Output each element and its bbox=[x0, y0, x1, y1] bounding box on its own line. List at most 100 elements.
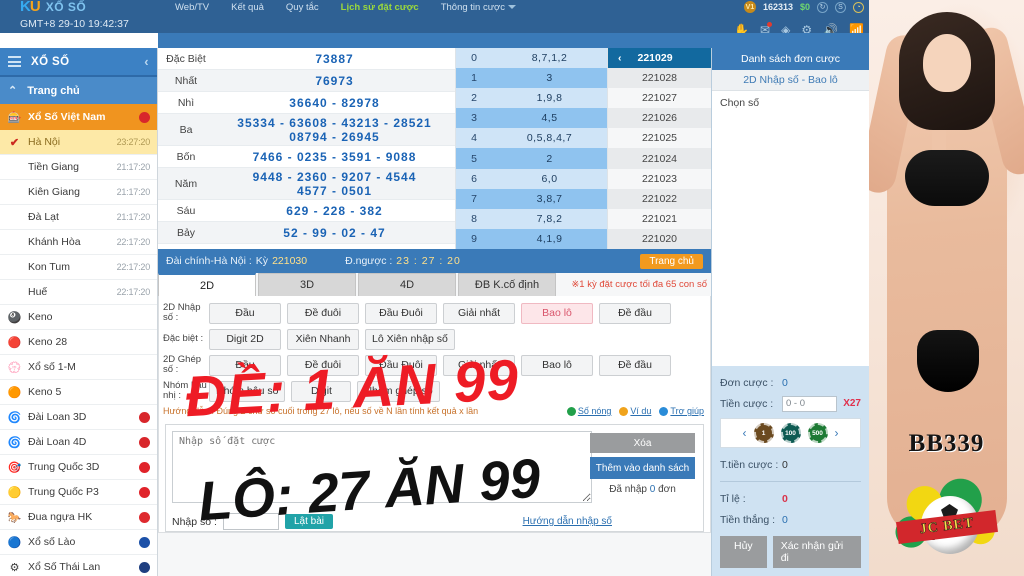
promo-brand-text: BB339 bbox=[908, 430, 985, 457]
nav-item-lichsu[interactable]: Lịch sử đặt cược bbox=[341, 2, 419, 13]
horse-racing-icon: 🐎 bbox=[7, 511, 22, 524]
sidebar-item-khanhhoa[interactable]: Khánh Hòa 22:17:20 bbox=[0, 230, 157, 255]
bet-btn-baolo-active[interactable]: Bao lô bbox=[521, 302, 593, 324]
bet-btn-loxiennhapso[interactable]: Lô Xiên nhập số bbox=[365, 328, 455, 350]
sidebar-item-keno5[interactable]: 🟠 Keno 5 bbox=[0, 380, 157, 405]
digit-number: 4 bbox=[471, 132, 477, 145]
refresh-icon[interactable]: ↻ bbox=[817, 1, 828, 13]
add-to-list-button[interactable]: Thêm vào danh sách bbox=[590, 457, 695, 479]
bet-btn-deduoi[interactable]: Đề đuôi bbox=[287, 302, 359, 324]
sidebar-item-kontum[interactable]: Kon Tum 22:17:20 bbox=[0, 255, 157, 280]
period-item[interactable]: 221027 bbox=[608, 88, 711, 109]
input-guide-link[interactable]: Hướng dẫn nhập số bbox=[523, 516, 612, 527]
bet-btn-ghep-deduoi[interactable]: Đề đuôi bbox=[287, 354, 359, 376]
nav-item-quytac[interactable]: Quy tắc bbox=[286, 2, 319, 13]
sidebar-region-time: 21:17:20 bbox=[116, 162, 151, 172]
bet-btn-nhomghepso[interactable]: Nhóm ghép số bbox=[357, 380, 440, 402]
chip-500[interactable]: 500 bbox=[807, 423, 828, 443]
chevron-left-icon[interactable]: ‹ bbox=[144, 54, 149, 69]
period-item[interactable]: 221026 bbox=[608, 108, 711, 129]
link-trogiup[interactable]: Trợ giúp bbox=[659, 406, 704, 416]
nav-item-thongtin[interactable]: Thông tin cược bbox=[441, 2, 517, 13]
bet-btn-ghep-dedau[interactable]: Đề đầu bbox=[599, 354, 671, 376]
link-vidu[interactable]: Ví dụ bbox=[619, 406, 651, 416]
brand-logo[interactable]: KU XỔ SỐ bbox=[0, 0, 175, 14]
hamburger-icon[interactable] bbox=[8, 56, 21, 67]
tab-db-kcodinh[interactable]: ĐB K.cố định bbox=[458, 273, 556, 296]
bet-btn-giainhat[interactable]: Giải nhất bbox=[443, 302, 515, 324]
quick-number-input[interactable] bbox=[222, 513, 279, 530]
chip-1[interactable]: 1 bbox=[753, 423, 774, 443]
bet-slip-empty-text: Chọn số bbox=[720, 97, 760, 109]
tab-4d[interactable]: 4D bbox=[358, 273, 456, 296]
table-row: Nhất 76973 bbox=[158, 70, 455, 92]
table-row: Đặc Biệt 73887 bbox=[158, 48, 455, 70]
bet-type-tabs: 2D 3D 4D ĐB K.cố định ※1 kỳ đặt cược tối… bbox=[158, 273, 711, 296]
sidebar-item-keno28[interactable]: 🔴 Keno 28 bbox=[0, 330, 157, 355]
sidebar-item-kiengiang[interactable]: Kiên Giang 21:17:20 bbox=[0, 180, 157, 205]
sidebar-item-xoso1m[interactable]: 💮 Xổ số 1-M bbox=[0, 355, 157, 380]
period-item[interactable]: 221021 bbox=[608, 208, 711, 229]
chevron-left-icon[interactable]: ‹ bbox=[743, 426, 747, 440]
settings-icon[interactable]: S bbox=[835, 1, 846, 13]
bet-btn-ghep-baolo[interactable]: Bao lô bbox=[521, 354, 593, 376]
chevron-right-icon[interactable]: › bbox=[835, 426, 839, 440]
bet-amount-input[interactable]: 0 - 0 bbox=[782, 395, 838, 412]
period-item[interactable]: 221028 bbox=[608, 68, 711, 89]
confirm-submit-button[interactable]: Xác nhận gửi đi bbox=[772, 536, 861, 568]
cancel-button[interactable]: Hủy bbox=[720, 536, 767, 568]
bet-btn-digit[interactable]: Digit bbox=[291, 380, 352, 402]
sidebar-item-thailan[interactable]: ⚙ Xổ Số Thái Lan bbox=[0, 555, 157, 576]
clear-button[interactable]: Xóa bbox=[590, 433, 695, 453]
period-item[interactable]: 221022 bbox=[608, 188, 711, 209]
sidebar-item-tiengiang[interactable]: Tiền Giang 21:17:20 bbox=[0, 155, 157, 180]
tab-3d[interactable]: 3D bbox=[258, 273, 356, 296]
sidebar-item-hanoi[interactable]: ✔ Hà Nội 23:27:20 bbox=[0, 130, 157, 155]
sidebar-item-xosolao[interactable]: 🔵 Xổ số Lào bbox=[0, 530, 157, 555]
table-row: 3 4,5 bbox=[456, 108, 607, 129]
sidebar-category-vietnam[interactable]: 🎰 Xổ Số Việt Nam bbox=[0, 104, 157, 130]
bet-slip-header: Danh sách đơn cược bbox=[712, 48, 869, 70]
link-sonong[interactable]: Số nóng bbox=[566, 406, 611, 416]
chip-100[interactable]: 100 bbox=[780, 423, 801, 443]
sidebar-item-dailoan3d[interactable]: 🌀 Đài Loan 3D bbox=[0, 405, 157, 430]
sidebar-item-dalat[interactable]: Đà Lạt 21:17:20 bbox=[0, 205, 157, 230]
notify-icon[interactable]: ◔ bbox=[853, 1, 864, 13]
sidebar-item-duangua[interactable]: 🐎 Đua ngựa HK bbox=[0, 505, 157, 530]
china-flag-icon bbox=[139, 461, 150, 473]
sidebar-item-trungquocp3[interactable]: 🟡 Trung Quốc P3 bbox=[0, 480, 157, 505]
field-label: Tỉ lệ : bbox=[720, 492, 746, 505]
period-item[interactable]: 221020 bbox=[608, 228, 711, 249]
bet-btn-ghep-dauduoi[interactable]: Đầu Đuôi bbox=[365, 354, 437, 376]
nav-item-ketqua[interactable]: Kết quả bbox=[231, 2, 264, 13]
sidebar-item-dailoan4d[interactable]: 🌀 Đài Loan 4D bbox=[0, 430, 157, 455]
bet-number-textarea[interactable] bbox=[172, 431, 592, 503]
sidebar-game-label: Keno 28 bbox=[28, 336, 68, 348]
bet-btn-ghep-giainhat[interactable]: Giải nhất bbox=[443, 354, 515, 376]
sidebar-item-trungquoc3d[interactable]: 🎯 Trung Quốc 3D bbox=[0, 455, 157, 480]
sidebar-header[interactable]: XỔ SỐ ‹ bbox=[0, 48, 157, 77]
sidebar-section-home[interactable]: ⌃ Trang chủ bbox=[0, 77, 157, 104]
period-item[interactable]: 221024 bbox=[608, 148, 711, 169]
nav-item-webtv[interactable]: Web/TV bbox=[175, 2, 209, 13]
prize-values: 9448 - 2360 - 9207 - 4544 4577 - 0501 bbox=[252, 169, 417, 198]
flip-card-button[interactable]: Lật bài bbox=[284, 514, 333, 529]
tab-2d[interactable]: 2D bbox=[158, 273, 256, 296]
bet-btn-xiennhanh[interactable]: Xiên Nhanh bbox=[287, 328, 359, 350]
period-item-selected[interactable]: ‹ 221029 bbox=[608, 48, 711, 69]
bet-btn-dauduoi[interactable]: Đầu Đuôi bbox=[365, 302, 437, 324]
sidebar-item-keno[interactable]: 🎱 Keno bbox=[0, 305, 157, 330]
home-button[interactable]: Trang chủ bbox=[640, 253, 703, 269]
bet-btn-dau[interactable]: Đầu bbox=[209, 302, 281, 324]
prize-values: 36640 - 82978 bbox=[289, 95, 380, 110]
bet-btn-digit2d[interactable]: Digit 2D bbox=[209, 328, 281, 350]
period-item[interactable]: 221023 bbox=[608, 168, 711, 189]
period-item[interactable]: 221025 bbox=[608, 128, 711, 149]
sidebar-item-hue[interactable]: Huế 22:17:20 bbox=[0, 280, 157, 305]
blank-icon bbox=[7, 210, 22, 225]
bet-btn-dedau[interactable]: Đề đầu bbox=[599, 302, 671, 324]
hongkong-flag-icon bbox=[139, 511, 150, 523]
bet-btn-ghep-dau[interactable]: Đầu bbox=[209, 354, 281, 376]
bet-btn-nhomhauso[interactable]: Nhóm hậu số bbox=[209, 380, 286, 402]
table-row: 9 4,1,9 bbox=[456, 228, 607, 249]
